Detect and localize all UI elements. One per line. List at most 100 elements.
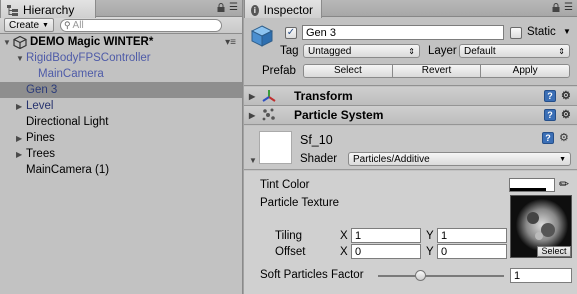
updown-arrow-icon: ⇕ <box>408 46 415 56</box>
active-checkbox[interactable]: ✓ <box>285 27 297 39</box>
hierarchy-item[interactable]: MainCamera <box>0 66 242 82</box>
unity-scene-icon <box>13 35 27 49</box>
tab-hierarchy-label: Hierarchy <box>23 3 75 17</box>
search-icon: ⚲ <box>63 19 71 30</box>
prefab-label: Prefab <box>262 65 296 77</box>
layer-dropdown[interactable]: Default ⇕ <box>459 44 570 58</box>
updown-arrow-icon: ⇕ <box>558 46 565 56</box>
scene-menu-icon[interactable]: ▾≡ <box>225 37 236 48</box>
prefab-buttons: Select Revert Apply <box>303 64 570 78</box>
tiling-x-value: 1 <box>355 229 362 242</box>
tint-color-swatch[interactable] <box>509 178 555 192</box>
soft-particles-value: 1 <box>514 269 521 282</box>
gear-icon[interactable]: ⚙ <box>561 89 571 102</box>
tiling-x-field[interactable]: 1 <box>351 228 421 243</box>
offset-y-value: 0 <box>441 245 448 258</box>
hierarchy-item-label: Pines <box>26 132 55 144</box>
transform-title: Transform <box>294 89 353 103</box>
help-icon[interactable]: ? <box>542 132 554 144</box>
shader-dropdown[interactable]: Particles/Additive ▼ <box>348 152 571 166</box>
tab-hierarchy[interactable]: Hierarchy <box>0 0 96 18</box>
particle-system-component-header[interactable]: ▶ Particle System ? ⚙ <box>244 106 577 125</box>
static-label: Static <box>527 26 556 38</box>
texture-slot[interactable]: Select <box>510 195 572 258</box>
expanded-arrow-icon[interactable]: ▼ <box>16 54 26 63</box>
search-placeholder: All <box>72 19 84 31</box>
tiling-x-label: X <box>340 230 348 242</box>
info-icon: i <box>251 4 259 16</box>
gameobject-header: ✓ Gen 3 Static ▼ Tag Untagged ⇕ Layer De… <box>244 18 577 86</box>
create-button[interactable]: Create ▼ <box>4 18 54 32</box>
prefab-select-button[interactable]: Select <box>304 65 393 77</box>
tiling-y-label: Y <box>426 230 434 242</box>
material-name: Sf_10 <box>300 133 333 147</box>
lock-icon[interactable] <box>217 3 225 12</box>
prefab-apply-button[interactable]: Apply <box>481 65 569 77</box>
hierarchy-item-label: Trees <box>26 148 55 160</box>
create-button-label: Create <box>9 19 40 31</box>
offset-y-label: Y <box>426 246 434 258</box>
offset-y-field[interactable]: 0 <box>437 244 507 259</box>
shader-label: Shader <box>300 153 338 165</box>
hierarchy-item-label: MainCamera (1) <box>26 164 110 176</box>
tab-inspector[interactable]: i Inspector <box>244 0 322 18</box>
hierarchy-item[interactable]: ▶ Pines <box>0 130 242 146</box>
hierarchy-item[interactable]: ▶ Level <box>0 98 242 114</box>
collapsed-arrow-icon[interactable]: ▶ <box>16 150 26 159</box>
dropdown-arrow-icon: ▼ <box>42 21 49 29</box>
tag-label: Tag <box>280 45 299 57</box>
panel-menu-icon[interactable]: ☰ <box>229 2 238 13</box>
hierarchy-search-input[interactable]: ⚲ All <box>59 18 222 32</box>
expanded-arrow-icon[interactable]: ▼ <box>249 156 257 165</box>
hierarchy-item[interactable]: MainCamera (1) <box>0 162 242 178</box>
dropdown-arrow-icon: ▼ <box>559 155 566 163</box>
help-icon[interactable]: ? <box>544 90 556 102</box>
gear-icon[interactable]: ⚙ <box>559 131 569 144</box>
collapsed-arrow-icon[interactable]: ▶ <box>16 102 26 111</box>
hierarchy-item-label: MainCamera <box>38 68 104 80</box>
hierarchy-toolbar: Create ▼ ⚲ All <box>0 17 242 34</box>
eyedropper-icon[interactable]: ✏ <box>559 177 569 191</box>
hierarchy-item-label: Directional Light <box>26 116 109 128</box>
hierarchy-item[interactable]: Directional Light <box>0 114 242 130</box>
layer-label: Layer <box>428 45 457 57</box>
hierarchy-panel: Hierarchy ☰ Create ▼ ⚲ All ▼ DEMO Magic … <box>0 0 243 294</box>
help-icon[interactable]: ? <box>544 109 556 121</box>
texture-select-button[interactable]: Select <box>537 246 571 257</box>
shader-value: Particles/Additive <box>353 153 430 165</box>
hierarchy-item[interactable]: Gen 3 <box>0 82 242 98</box>
soft-particles-slider-thumb[interactable] <box>415 270 426 281</box>
hierarchy-item-label: Gen 3 <box>26 84 58 96</box>
tag-dropdown[interactable]: Untagged ⇕ <box>303 44 420 58</box>
lock-icon[interactable] <box>552 3 560 12</box>
offset-label: Offset <box>275 246 306 258</box>
collapsed-arrow-icon[interactable]: ▶ <box>249 92 255 101</box>
gear-icon[interactable]: ⚙ <box>561 108 571 121</box>
material-header: ▼ Sf_10 Shader Particles/Additive ▼ ? ⚙ <box>244 126 577 170</box>
expanded-arrow-icon[interactable]: ▼ <box>3 38 13 47</box>
tiling-y-field[interactable]: 1 <box>437 228 507 243</box>
transform-component-header[interactable]: ▶ Transform ? ⚙ <box>244 87 577 106</box>
particle-system-icon <box>262 108 275 121</box>
object-name-value: Gen 3 <box>306 26 336 39</box>
scene-row[interactable]: ▼ DEMO Magic WINTER* ▾≡ <box>0 34 242 50</box>
collapsed-arrow-icon[interactable]: ▶ <box>249 111 255 120</box>
particle-system-title: Particle System <box>294 108 384 122</box>
soft-particles-slider-track[interactable] <box>378 275 504 277</box>
hierarchy-item[interactable]: ▼ RigidBodyFPSController <box>0 50 242 66</box>
offset-x-field[interactable]: 0 <box>351 244 421 259</box>
hierarchy-item-label: Level <box>26 100 54 112</box>
static-dropdown-icon[interactable]: ▼ <box>563 27 571 36</box>
collapsed-arrow-icon[interactable]: ▶ <box>16 134 26 143</box>
prefab-revert-button[interactable]: Revert <box>392 65 482 77</box>
particle-texture-label: Particle Texture <box>260 197 340 209</box>
panel-menu-icon[interactable]: ☰ <box>564 2 573 13</box>
object-name-field[interactable]: Gen 3 <box>302 25 504 40</box>
scene-name: DEMO Magic WINTER* <box>30 36 154 48</box>
layer-value: Default <box>464 45 496 57</box>
hierarchy-tabbar: Hierarchy ☰ <box>0 0 242 18</box>
hierarchy-item[interactable]: ▶ Trees <box>0 146 242 162</box>
static-checkbox[interactable] <box>510 27 522 39</box>
tab-inspector-label: Inspector <box>263 3 313 17</box>
soft-particles-field[interactable]: 1 <box>510 268 572 283</box>
